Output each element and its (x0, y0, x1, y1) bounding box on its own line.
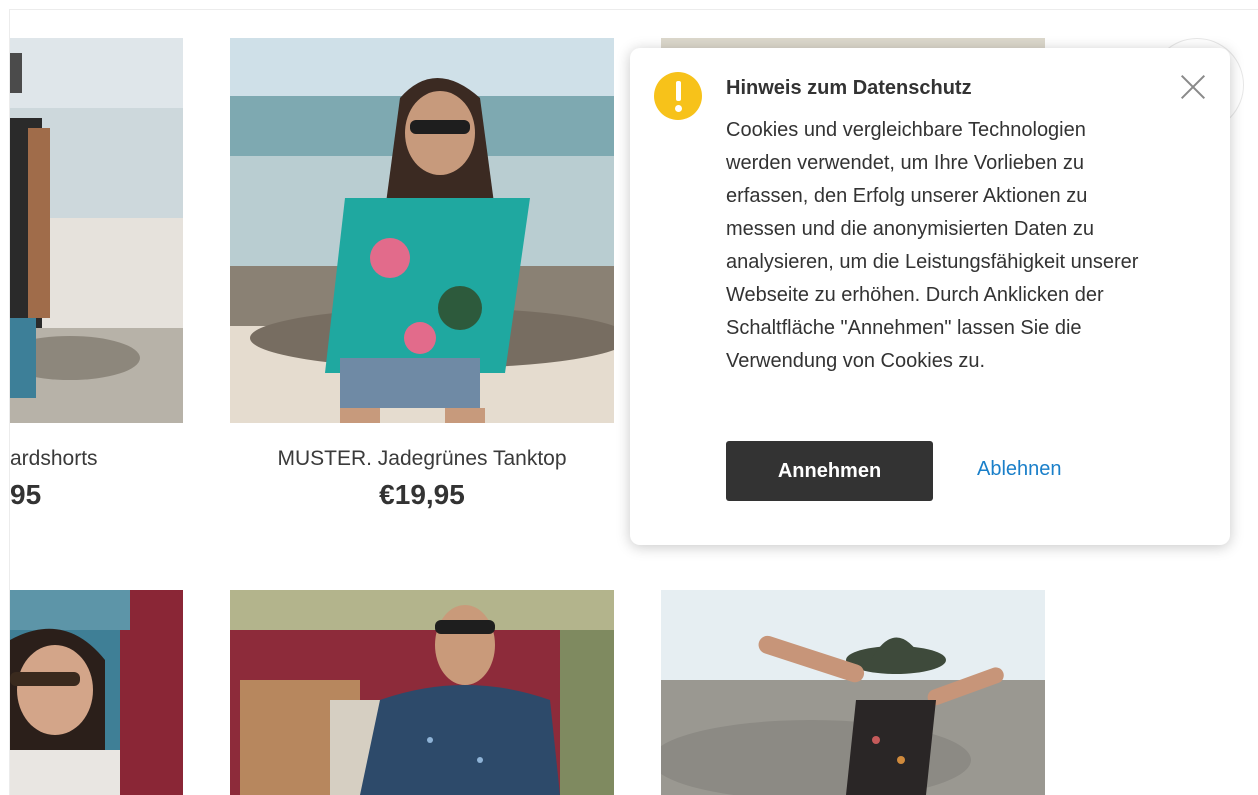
product-image-woman-hat[interactable] (661, 590, 1045, 795)
accept-button[interactable]: Annehmen (726, 441, 933, 501)
product-price: €19,95 (379, 479, 465, 510)
product-image-man-van[interactable] (230, 590, 614, 795)
top-border (10, 9, 1258, 10)
product-image-boardshorts[interactable] (10, 38, 183, 423)
decline-link[interactable]: Ablehnen (977, 458, 1062, 481)
dialog-title: Hinweis zum Datenschutz (726, 77, 972, 99)
close-icon[interactable] (1177, 70, 1209, 102)
product-price: 95 (10, 479, 42, 510)
exclamation-icon (654, 72, 702, 120)
product-name[interactable]: MUSTER. Jadegrünes Tanktop (230, 447, 614, 471)
product-image-woman-van[interactable] (10, 590, 183, 795)
product-name[interactable]: ardshorts (10, 447, 98, 471)
product-image-tanktop[interactable] (230, 38, 614, 423)
dialog-text: Cookies und vergleichbare Technologien w… (726, 119, 1139, 372)
privacy-dialog: Hinweis zum Datenschutz Cookies und verg… (630, 48, 1230, 545)
